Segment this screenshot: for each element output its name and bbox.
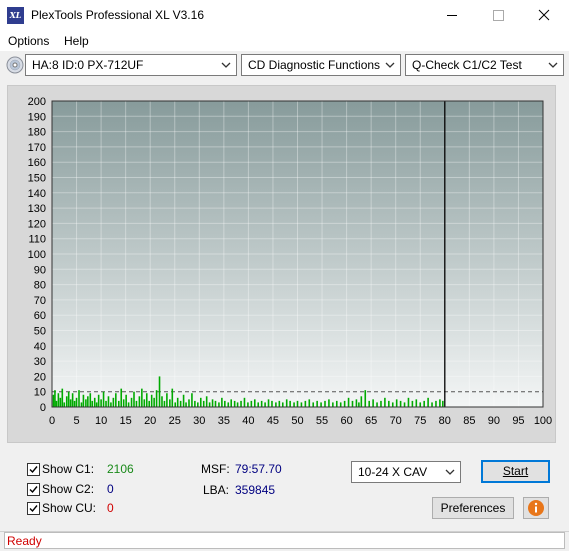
x-tick-label: 80	[439, 415, 451, 427]
speed-select[interactable]: 10-24 X CAV	[351, 461, 461, 483]
y-tick-label: 40	[34, 341, 46, 353]
show-c2-checkbox[interactable]	[27, 483, 40, 496]
checkmark-icon	[29, 486, 38, 494]
start-button[interactable]: Start	[481, 460, 550, 483]
y-tick-label: 30	[34, 356, 46, 368]
y-tick-label: 160	[28, 157, 46, 169]
x-tick-label: 95	[512, 415, 524, 427]
y-tick-label: 150	[28, 173, 46, 185]
y-tick-label: 60	[34, 310, 46, 322]
c1-count: 2106	[107, 462, 134, 476]
x-tick-label: 55	[316, 415, 328, 427]
test-select[interactable]: Q-Check C1/C2 Test	[405, 54, 564, 76]
drive-select-value: HA:8 ID:0 PX-712UF	[32, 58, 144, 72]
x-tick-label: 5	[73, 415, 79, 427]
minimize-button[interactable]	[429, 0, 475, 31]
drive-select[interactable]: HA:8 ID:0 PX-712UF	[25, 54, 237, 76]
x-tick-label: 75	[414, 415, 426, 427]
info-button[interactable]	[523, 497, 549, 519]
y-tick-label: 120	[28, 218, 46, 230]
x-tick-label: 10	[95, 415, 107, 427]
show-c1-label: Show C1:	[42, 462, 95, 476]
test-select-value: Q-Check C1/C2 Test	[412, 58, 522, 72]
x-tick-label: 50	[291, 415, 303, 427]
y-tick-label: 140	[28, 188, 46, 200]
cu-count: 0	[107, 501, 114, 515]
x-tick-label: 15	[120, 415, 132, 427]
y-tick-label: 130	[28, 203, 46, 215]
c1c2-chart: 0102030405060708090100110120130140150160…	[28, 96, 553, 427]
y-tick-label: 100	[28, 249, 46, 261]
msf-label: MSF:	[201, 462, 230, 476]
menu-options[interactable]: Options	[8, 34, 49, 48]
y-tick-label: 50	[34, 326, 46, 338]
y-tick-label: 10	[34, 387, 46, 399]
y-tick-label: 20	[34, 371, 46, 383]
function-select-value: CD Diagnostic Functions	[248, 58, 381, 72]
y-tick-label: 80	[34, 280, 46, 292]
y-tick-label: 110	[28, 234, 46, 246]
checkmark-icon	[29, 505, 38, 513]
y-tick-label: 90	[34, 264, 46, 276]
function-select[interactable]: CD Diagnostic Functions	[241, 54, 401, 76]
y-tick-label: 0	[40, 402, 46, 414]
show-cu-label: Show CU:	[42, 501, 97, 515]
status-field	[4, 532, 565, 549]
chevron-down-icon	[221, 62, 231, 68]
chevron-down-icon	[548, 62, 558, 68]
x-tick-label: 20	[144, 415, 156, 427]
start-button-label: Start	[502, 464, 529, 478]
show-cu-checkbox[interactable]	[27, 502, 40, 515]
app-icon: XL	[7, 7, 24, 24]
info-icon	[528, 500, 544, 516]
close-button[interactable]	[521, 0, 567, 31]
x-tick-label: 25	[169, 415, 181, 427]
speed-select-value: 10-24 X CAV	[358, 465, 428, 479]
chevron-down-icon	[385, 62, 395, 68]
x-tick-label: 65	[365, 415, 377, 427]
x-tick-label: 60	[340, 415, 352, 427]
y-tick-label: 180	[28, 127, 46, 139]
preferences-button-label: Preferences	[440, 501, 506, 515]
window-title: PlexTools Professional XL V3.16	[31, 8, 204, 22]
status-text: Ready	[7, 534, 42, 548]
lba-value: 359845	[235, 483, 276, 497]
maximize-icon	[493, 10, 504, 21]
maximize-button[interactable]	[475, 0, 521, 31]
y-tick-label: 200	[28, 96, 46, 108]
close-icon	[538, 9, 550, 21]
menu-help[interactable]: Help	[64, 34, 89, 48]
x-tick-label: 30	[193, 415, 205, 427]
y-tick-label: 70	[34, 295, 46, 307]
x-tick-label: 35	[218, 415, 230, 427]
minimize-icon	[447, 15, 457, 16]
x-tick-label: 70	[390, 415, 402, 427]
x-tick-label: 100	[534, 415, 552, 427]
chevron-down-icon	[445, 469, 455, 475]
x-tick-label: 40	[242, 415, 254, 427]
show-c1-checkbox[interactable]	[27, 463, 40, 476]
c2-count: 0	[107, 482, 114, 496]
y-tick-label: 170	[28, 142, 46, 154]
msf-value: 79:57.70	[235, 462, 282, 476]
disc-icon	[6, 56, 24, 74]
preferences-button[interactable]: Preferences	[432, 497, 514, 519]
x-tick-label: 90	[488, 415, 500, 427]
x-tick-label: 0	[49, 415, 55, 427]
show-c2-label: Show C2:	[42, 482, 95, 496]
lba-label: LBA:	[203, 483, 230, 497]
y-tick-label: 190	[28, 111, 46, 123]
checkmark-icon	[29, 466, 38, 474]
x-tick-label: 85	[463, 415, 475, 427]
x-tick-label: 45	[267, 415, 279, 427]
